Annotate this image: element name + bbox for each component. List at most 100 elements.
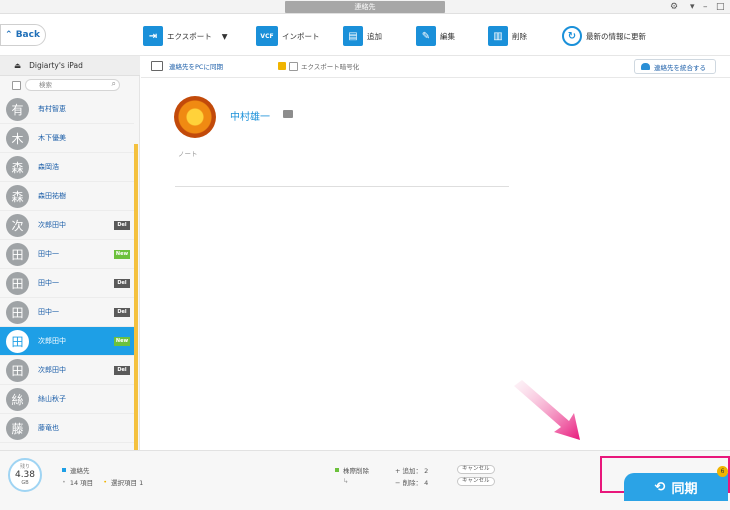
contact-avatar: 木 — [6, 126, 29, 150]
delete-label: 削除 — [512, 31, 527, 41]
device-row[interactable]: ⏏ Digiarty's iPad — [0, 56, 140, 76]
contact-row-name: 有村智恵 — [38, 105, 66, 113]
items-count: 14 項目 — [69, 479, 94, 487]
delete-button[interactable]: ▥ 削除 — [488, 25, 527, 47]
contact-avatar: 森 — [6, 155, 29, 179]
sync-icon: ⟲ — [654, 479, 666, 495]
contact-row[interactable]: 田 次郎田中 Del — [0, 356, 134, 385]
contact-row-name: 田中一 — [38, 279, 59, 287]
refresh-label: 最新の情報に更新 — [586, 31, 646, 41]
add-contact-icon: ▤ — [343, 26, 363, 46]
chevron-down-icon[interactable]: ▾ — [690, 1, 695, 13]
contact-avatar: 森 — [6, 184, 29, 208]
cancel-add-button[interactable]: キャンセル — [457, 465, 495, 474]
export-icon: ⇥ — [143, 26, 163, 46]
contact-avatar: 藤 — [6, 416, 29, 440]
export-label: エクスポート — [167, 31, 212, 41]
select-all-checkbox[interactable] — [12, 80, 21, 90]
contact-row[interactable]: 森 森田祐樹 — [0, 182, 134, 211]
contact-avatar: 田 — [6, 271, 29, 295]
contact-avatar: 田 — [6, 329, 29, 353]
search-input[interactable]: 検索 ⌕ — [25, 79, 120, 91]
sync-label: 同期 — [671, 481, 698, 497]
contact-row[interactable]: 田 田中一 New — [0, 240, 134, 269]
contact-avatar: 田 — [6, 358, 29, 382]
pink-arrow — [514, 380, 580, 440]
dropdown-arrow-icon[interactable]: ▼ — [222, 32, 228, 41]
import-button[interactable]: VCF インポート — [256, 25, 320, 47]
back-button[interactable]: ⌃ Back — [0, 24, 46, 46]
sync-highlight-box: ⟲ 同期 6 — [600, 456, 730, 501]
search-icon: ⌕ — [111, 79, 116, 88]
contact-row-name: 森岡浩 — [38, 163, 59, 171]
contact-row-name: 木下優美 — [38, 134, 66, 142]
contact-avatar: 田 — [6, 242, 29, 266]
sidebar: ⏏ Digiarty's iPad 検索 ⌕ 有有村智恵木木下優美森森岡浩森森田… — [0, 56, 140, 450]
search-row: 検索 ⌕ — [0, 76, 140, 94]
pending-summary: 株際削除 — [335, 465, 369, 475]
status-badge: New — [114, 337, 130, 346]
export-button[interactable]: ⇥ エクスポート ▼ — [143, 25, 228, 47]
edit-label: 編集 — [440, 31, 455, 41]
edit-button[interactable]: ✎ 編集 — [416, 25, 455, 47]
contact-row[interactable]: 田 次郎田中 New — [0, 327, 134, 356]
contact-row[interactable]: 有 有村智恵 — [0, 95, 134, 124]
items-summary: • 14 項目 • 選択項目 1 — [62, 478, 144, 487]
contact-row-name: 森田祐樹 — [38, 192, 66, 200]
contact-avatar: 次 — [6, 213, 29, 237]
title-bar: 連絡先 ⚙ ▾ – □ — [0, 0, 730, 14]
contact-avatar: 絲 — [6, 387, 29, 411]
contact-row[interactable]: 森 森岡浩 — [0, 153, 134, 182]
vcf-icon: VCF — [256, 26, 278, 46]
back-label: Back — [15, 30, 40, 40]
contact-row-name: 田中一 — [38, 250, 59, 258]
branch-icon: ↳ — [343, 477, 349, 485]
contact-row[interactable]: 絲 絲山秋子 — [0, 385, 134, 414]
contact-row[interactable]: 田 田中一 Del — [0, 298, 134, 327]
sync-button[interactable]: ⟲ 同期 — [624, 473, 728, 501]
contact-row[interactable]: 次 次郎田中 Del — [0, 211, 134, 240]
contact-row-name: 絲山秋子 — [38, 395, 66, 403]
minimize-icon[interactable]: – — [703, 1, 708, 13]
contact-avatar: 田 — [6, 300, 29, 324]
refresh-icon: ↻ — [562, 26, 582, 46]
status-badge: Del — [114, 308, 130, 317]
contact-list: 有有村智恵木木下優美森森岡浩森森田祐樹次次郎田中 Del 田田中一 New 田田中一 De… — [0, 95, 140, 450]
toolbar: ⌃ Back ⇥ エクスポート ▼ VCF インポート ▤ 追加 ✎ 編集 ▥ … — [0, 14, 730, 56]
arrow-shape — [514, 380, 580, 440]
cancel-delete-button[interactable]: キャンセル — [457, 477, 495, 486]
pending-square-icon — [335, 468, 339, 472]
status-badge: New — [114, 250, 130, 259]
deleted-count: − 削除： 4 — [395, 479, 429, 487]
selected-items: 選択項目 1 — [111, 479, 144, 487]
storage-label: 残り — [19, 464, 30, 470]
import-label: インポート — [282, 31, 320, 41]
chevron-up-icon: ⌃ — [5, 30, 13, 40]
storage-value: 4.38 — [14, 470, 36, 480]
contact-row[interactable]: 藤 藤竜也 — [0, 414, 134, 443]
scrollbar[interactable] — [134, 144, 138, 450]
edit-icon: ✎ — [416, 26, 436, 46]
status-badge: Del — [114, 221, 130, 230]
contact-row-name: 次郎田中 — [38, 221, 66, 229]
sync-count-badge: 6 — [717, 466, 728, 477]
contact-row-name: 次郎田中 — [38, 337, 66, 345]
add-button[interactable]: ▤ 追加 — [343, 25, 382, 47]
contacts-square-icon — [62, 468, 66, 472]
contact-row-name: 田中一 — [38, 308, 59, 316]
storage-indicator: 残り 4.38 GB — [8, 458, 42, 492]
window-title: 連絡先 — [285, 1, 445, 13]
storage-unit: GB — [21, 480, 29, 486]
status-badge: Del — [114, 366, 130, 375]
eject-icon[interactable]: ⏏ — [14, 61, 21, 70]
refresh-button[interactable]: ↻ 最新の情報に更新 — [562, 25, 646, 47]
contact-row[interactable]: 木 木下優美 — [0, 124, 134, 153]
trash-icon: ▥ — [488, 26, 508, 46]
contact-row[interactable]: 田 田中一 Del — [0, 269, 134, 298]
maximize-icon[interactable]: □ — [716, 1, 725, 13]
status-badge: Del — [114, 279, 130, 288]
added-count: + 追加： 2 — [395, 467, 429, 475]
settings-icon[interactable]: ⚙ — [670, 1, 678, 13]
add-label: 追加 — [367, 31, 382, 41]
status-bar: 残り 4.38 GB 連絡先 • 14 項目 • 選択項目 1 株際削除 ↳ +… — [0, 450, 730, 510]
